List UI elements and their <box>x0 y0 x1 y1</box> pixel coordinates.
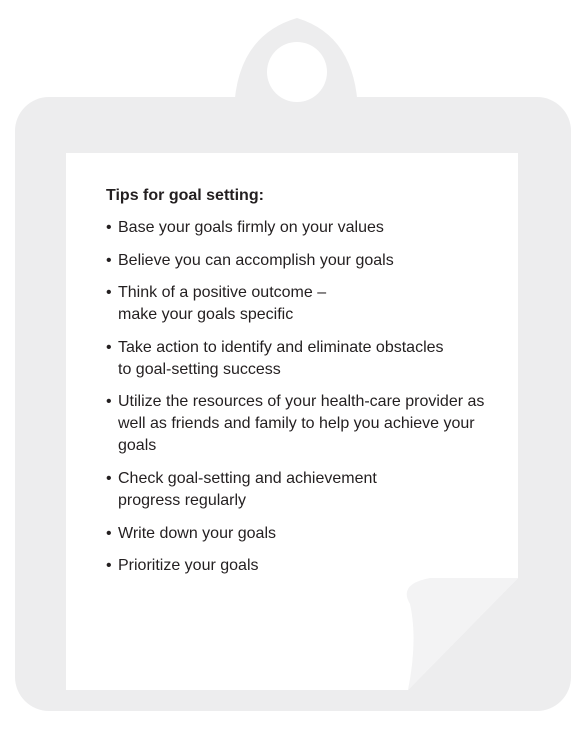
tips-heading: Tips for goal setting: <box>106 187 264 204</box>
tip-item: • Utilize the resources of your health-ca… <box>106 391 526 457</box>
tip-item: • Check goal-setting and achievement prog… <box>106 468 526 512</box>
bullet-icon: • <box>106 284 112 302</box>
tip-text: Believe you can accomplish your goals <box>118 251 394 269</box>
tip-text: Write down your goals <box>118 524 276 542</box>
tip-item: • Take action to identify and eliminate o… <box>106 337 526 381</box>
bullet-icon: • <box>106 219 112 236</box>
tip-text: Check goal-setting and achievement progr… <box>118 469 377 509</box>
bullet-icon: • <box>106 393 112 411</box>
tip-item: • Base your goals firmly on your values <box>106 217 526 239</box>
bullet-icon: • <box>106 251 112 269</box>
tips-list: • Base your goals firmly on your values •… <box>106 217 526 577</box>
tip-text: Think of a positive outcome – make your … <box>118 284 327 324</box>
bullet-icon: • <box>106 524 112 542</box>
tip-text: Base your goals firmly on your values <box>118 219 384 236</box>
tip-text: Utilize the resources of your health-car… <box>118 393 485 455</box>
tip-item: • Prioritize your goals <box>106 555 526 577</box>
bullet-icon: • <box>106 338 112 356</box>
tips-card: Tips for goal setting: • Base your goals … <box>106 186 526 588</box>
tip-item: • Write down your goals <box>106 523 526 545</box>
bullet-icon: • <box>106 469 112 487</box>
tip-item: • Think of a positive outcome – make your… <box>106 282 526 326</box>
tip-text: Prioritize your goals <box>118 557 259 575</box>
bullet-icon: • <box>106 557 112 575</box>
tip-item: • Believe you can accomplish your goals <box>106 250 526 272</box>
tip-text: Take action to identify and eliminate ob… <box>118 338 444 378</box>
clip-hole-icon <box>267 42 327 102</box>
